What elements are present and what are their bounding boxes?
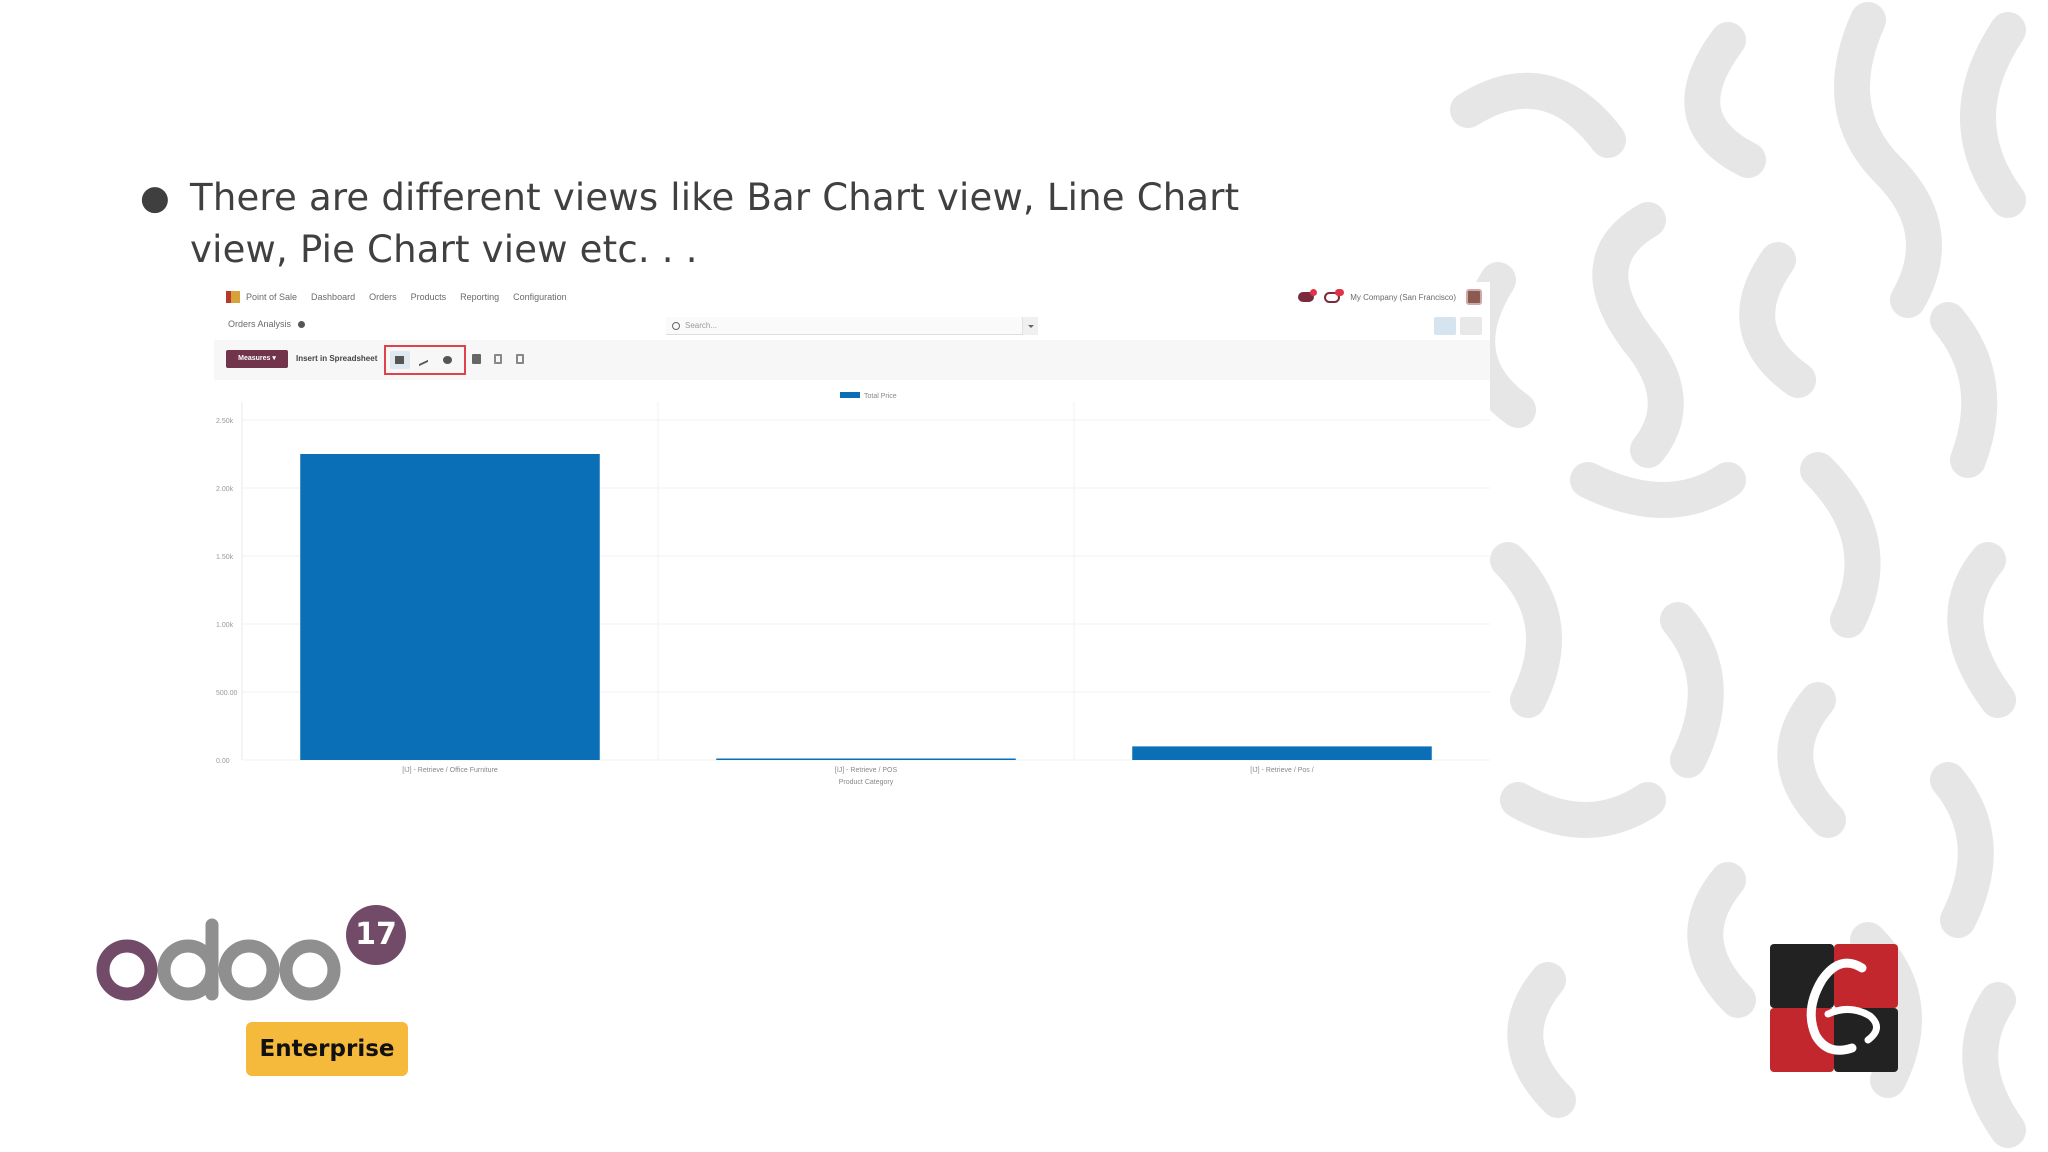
descending-sort-icon[interactable] xyxy=(494,354,502,364)
graph-toolbar: Measures ▾ Insert in Spreadsheet xyxy=(214,340,1490,380)
chart-bar xyxy=(300,454,600,760)
top-navbar: Point of Sale Dashboard Orders Products … xyxy=(214,282,1490,312)
insert-in-spreadsheet-button[interactable]: Insert in Spreadsheet xyxy=(296,350,377,368)
nav-app-name[interactable]: Point of Sale xyxy=(246,292,297,302)
nav-item-configuration[interactable]: Configuration xyxy=(513,292,567,302)
bullet-point: ● There are different views like Bar Cha… xyxy=(140,172,1280,276)
gear-icon[interactable] xyxy=(297,321,305,329)
edition-badge: Enterprise xyxy=(246,1022,408,1076)
legend-swatch xyxy=(840,392,860,398)
chart-bar xyxy=(1132,746,1432,760)
odoo-logo: 17 Enterprise xyxy=(96,905,416,1080)
nav-item-dashboard[interactable]: Dashboard xyxy=(311,292,355,302)
version-badge: 17 xyxy=(346,905,406,965)
stacked-icon[interactable] xyxy=(472,354,481,364)
search-placeholder: Search... xyxy=(685,321,718,330)
bullet-marker: ● xyxy=(140,178,170,218)
search-options-toggle[interactable] xyxy=(1022,317,1038,335)
y-tick-label: 2.00k xyxy=(216,486,234,493)
y-tick-label: 500.00 xyxy=(216,690,238,697)
nav-item-orders[interactable]: Orders xyxy=(369,292,397,302)
app-logo-icon[interactable] xyxy=(226,291,240,303)
chart-bar xyxy=(716,758,1016,760)
graph-view-button[interactable] xyxy=(1434,317,1456,335)
measures-button[interactable]: Measures ▾ xyxy=(226,350,288,368)
nav-item-products[interactable]: Products xyxy=(411,292,447,302)
avatar[interactable] xyxy=(1466,289,1482,305)
search-icon xyxy=(672,321,680,330)
view-switcher xyxy=(1434,317,1482,335)
y-tick-label: 0.00 xyxy=(216,758,230,765)
company-switcher[interactable]: My Company (San Francisco) xyxy=(1350,293,1456,302)
control-panel: Orders Analysis Search... xyxy=(214,312,1490,340)
cybrosys-logo-icon xyxy=(1770,944,1898,1072)
bar-chart: Total Price 0.00 500.00 1.00k 1.50k 2.00k 2.50… xyxy=(214,380,1490,900)
navbar-systray: My Company (San Francisco) xyxy=(1298,288,1482,305)
pivot-view-button[interactable] xyxy=(1460,317,1482,335)
page-title: Orders Analysis xyxy=(228,319,292,329)
legend-label: Total Price xyxy=(864,393,897,400)
x-axis-title: Product Category xyxy=(839,779,894,786)
ascending-sort-icon[interactable] xyxy=(516,354,524,364)
nav-item-reporting[interactable]: Reporting xyxy=(460,292,499,302)
messages-icon[interactable] xyxy=(1298,289,1318,302)
chart-type-highlight xyxy=(384,345,466,375)
search-input[interactable]: Search... xyxy=(666,317,1038,335)
x-tick-label: [IJ] - Retrieve / Office Furniture xyxy=(402,767,498,774)
breadcrumb: Orders Analysis xyxy=(228,319,305,329)
bullet-text: There are different views like Bar Chart… xyxy=(190,176,1240,271)
x-tick-label: [IJ] - Retrieve / POS xyxy=(835,767,898,774)
bar-chart-canvas: Total Price 0.00 500.00 1.00k 1.50k 2.00k 2.50… xyxy=(216,392,1490,786)
activity-icon[interactable] xyxy=(1324,288,1345,303)
x-tick-label: [IJ] - Retrieve / Pos / xyxy=(1250,767,1313,774)
y-tick-label: 1.00k xyxy=(216,622,234,629)
y-tick-label: 1.50k xyxy=(216,554,234,561)
odoo-wordmark-icon xyxy=(96,918,341,1001)
y-tick-label: 2.50k xyxy=(216,418,234,425)
odoo-screenshot: Point of Sale Dashboard Orders Products … xyxy=(214,282,1490,902)
